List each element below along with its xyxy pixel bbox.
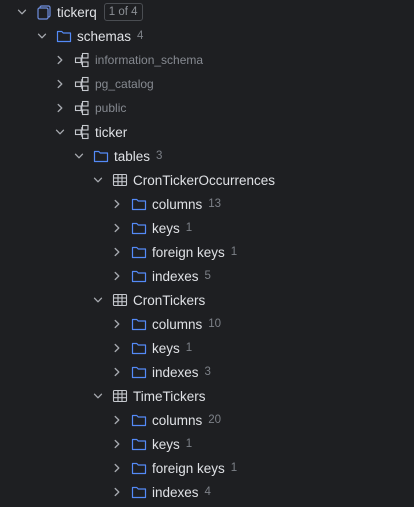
chevron-right-icon[interactable]: [109, 460, 125, 476]
tree-node-table-crontickeroccurrences[interactable]: CronTickerOccurrences: [0, 168, 414, 192]
chevron-down-icon[interactable]: [90, 172, 106, 188]
node-count: 4: [204, 486, 211, 498]
node-label: public: [95, 101, 127, 115]
node-count: 20: [208, 414, 222, 426]
node-count: 10: [208, 318, 222, 330]
tree-node-information-schema[interactable]: information_schema: [0, 48, 414, 72]
chevron-right-icon[interactable]: [109, 436, 125, 452]
chevron-down-icon[interactable]: [34, 28, 50, 44]
node-label: foreign keys: [152, 460, 225, 476]
database-tree: tickerq 1 of 4 schemas 4 information_sch…: [0, 0, 414, 507]
schema-count-badge[interactable]: 1 of 4: [103, 3, 143, 21]
node-count: 1: [185, 342, 193, 354]
node-label: CronTickers: [133, 292, 206, 308]
tree-node-tables[interactable]: tables 3: [0, 144, 414, 168]
database-icon: [36, 4, 52, 20]
chevron-right-icon[interactable]: [109, 220, 125, 236]
tree-node-schemas[interactable]: schemas 4: [0, 24, 414, 48]
tree-node-table-timetickers[interactable]: TimeTickers: [0, 384, 414, 408]
folder-icon: [131, 196, 147, 212]
node-count: 3: [204, 366, 211, 378]
node-count: 3: [156, 150, 163, 162]
tree-node-columns[interactable]: columns 13: [0, 192, 414, 216]
folder-icon: [93, 148, 109, 164]
chevron-down-icon[interactable]: [90, 292, 106, 308]
schema-icon: [74, 100, 90, 116]
node-count: 1: [185, 438, 193, 450]
table-icon: [112, 172, 128, 188]
tree-node-keys[interactable]: keys 1: [0, 216, 414, 240]
node-label: ticker: [95, 124, 128, 140]
node-label: columns: [152, 316, 203, 332]
folder-icon: [131, 316, 147, 332]
folder-icon: [131, 220, 147, 236]
node-count: 1: [230, 462, 238, 474]
tree-node-indexes[interactable]: indexes 4: [0, 480, 414, 504]
node-count: 13: [208, 198, 222, 210]
chevron-right-icon[interactable]: [109, 268, 125, 284]
node-label: indexes: [152, 364, 199, 380]
folder-icon: [131, 268, 147, 284]
chevron-right-icon[interactable]: [52, 100, 68, 116]
tree-node-keys[interactable]: keys 1: [0, 432, 414, 456]
chevron-right-icon[interactable]: [52, 76, 68, 92]
chevron-right-icon[interactable]: [52, 52, 68, 68]
chevron-down-icon[interactable]: [90, 388, 106, 404]
folder-icon: [131, 436, 147, 452]
node-label: columns: [152, 196, 203, 212]
tree-node-foreign-keys[interactable]: foreign keys 1: [0, 240, 414, 264]
tree-node-keys[interactable]: keys 1: [0, 336, 414, 360]
schema-icon: [74, 124, 90, 140]
tree-node-ticker[interactable]: ticker: [0, 120, 414, 144]
tree-node-table-crontickers[interactable]: CronTickers: [0, 288, 414, 312]
folder-icon: [56, 28, 72, 44]
tree-node-pg-catalog[interactable]: pg_catalog: [0, 72, 414, 96]
chevron-down-icon[interactable]: [52, 124, 68, 140]
node-label: information_schema: [95, 53, 204, 67]
folder-icon: [131, 412, 147, 428]
node-label: tables: [114, 148, 151, 164]
tree-node-foreign-keys[interactable]: foreign keys 1: [0, 456, 414, 480]
node-label: foreign keys: [152, 244, 225, 260]
chevron-right-icon[interactable]: [109, 196, 125, 212]
chevron-right-icon[interactable]: [109, 340, 125, 356]
chevron-right-icon[interactable]: [109, 316, 125, 332]
node-count: 1: [185, 222, 193, 234]
tree-node-public[interactable]: public: [0, 96, 414, 120]
node-label: indexes: [152, 268, 199, 284]
folder-icon: [131, 340, 147, 356]
table-icon: [112, 388, 128, 404]
node-label: columns: [152, 412, 203, 428]
folder-icon: [131, 460, 147, 476]
node-label: pg_catalog: [95, 77, 154, 91]
folder-icon: [131, 484, 147, 500]
chevron-right-icon[interactable]: [109, 364, 125, 380]
chevron-down-icon[interactable]: [14, 4, 30, 20]
folder-icon: [131, 244, 147, 260]
tree-node-tickerq[interactable]: tickerq 1 of 4: [0, 0, 414, 24]
tree-node-columns[interactable]: columns 20: [0, 408, 414, 432]
node-count: 5: [204, 270, 211, 282]
node-label: schemas: [77, 28, 132, 44]
node-label: CronTickerOccurrences: [133, 172, 276, 188]
node-count: 1: [230, 246, 238, 258]
node-label: keys: [152, 220, 180, 236]
node-label: keys: [152, 436, 180, 452]
chevron-down-icon[interactable]: [71, 148, 87, 164]
node-label: indexes: [152, 484, 199, 500]
schema-icon: [74, 52, 90, 68]
folder-icon: [131, 364, 147, 380]
node-label: keys: [152, 340, 180, 356]
node-label: TimeTickers: [133, 388, 206, 404]
tree-node-columns[interactable]: columns 10: [0, 312, 414, 336]
table-icon: [112, 292, 128, 308]
schema-icon: [74, 76, 90, 92]
tree-node-indexes[interactable]: indexes 3: [0, 360, 414, 384]
node-label: tickerq: [57, 4, 97, 20]
tree-node-indexes[interactable]: indexes 5: [0, 264, 414, 288]
node-count: 4: [137, 30, 144, 42]
chevron-right-icon[interactable]: [109, 412, 125, 428]
chevron-right-icon[interactable]: [109, 244, 125, 260]
chevron-right-icon[interactable]: [109, 484, 125, 500]
